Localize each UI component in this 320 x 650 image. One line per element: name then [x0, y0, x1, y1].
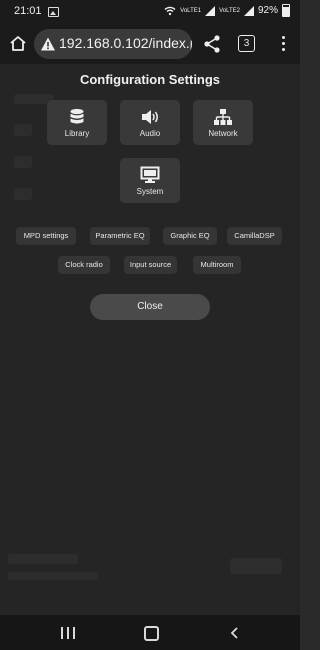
android-nav-bar [0, 615, 300, 650]
status-time: 21:01 [14, 5, 42, 17]
background-ghost-row [230, 558, 282, 574]
home-icon[interactable] [8, 34, 28, 54]
multiroom-button[interactable]: Multiroom [193, 256, 241, 274]
share-icon[interactable] [202, 34, 222, 54]
more-menu-icon[interactable] [280, 34, 286, 54]
graphic-eq-button[interactable]: Graphic EQ [163, 227, 217, 245]
speaker-icon [142, 110, 158, 124]
camilladsp-button[interactable]: CamillaDSP [227, 227, 282, 245]
address-bar[interactable]: 192.168.0.102/index.ph [34, 29, 192, 59]
tile-label: Network [208, 129, 238, 138]
library-tile[interactable]: Library [47, 100, 107, 145]
parametric-eq-button[interactable]: Parametric EQ [90, 227, 150, 245]
signal-icon [205, 5, 216, 16]
system-tile[interactable]: System [120, 158, 180, 203]
signal-icon [243, 5, 254, 16]
tile-label: System [136, 187, 164, 196]
background-ghost-row [14, 156, 32, 168]
warning-icon[interactable] [40, 36, 56, 52]
volte1-label: VoLTE1 [180, 7, 202, 14]
status-bar: 21:01 VoLTE1 VoLTE2 92% [0, 0, 300, 24]
recents-icon[interactable] [60, 627, 76, 639]
tab-count-button[interactable]: 3 [238, 35, 255, 52]
home-nav-icon[interactable] [144, 626, 159, 641]
tile-label: Library [64, 129, 90, 138]
database-icon [70, 108, 84, 124]
audio-tile[interactable]: Audio [120, 100, 180, 145]
page-background [0, 64, 300, 615]
back-icon[interactable] [229, 627, 241, 639]
input-source-button[interactable]: Input source [124, 256, 177, 274]
status-right-group: VoLTE1 VoLTE2 92% [164, 4, 290, 17]
clock-radio-button[interactable]: Clock radio [58, 256, 110, 274]
background-ghost-row [14, 188, 32, 200]
tile-label: Audio [139, 129, 161, 138]
network-icon [214, 109, 232, 125]
battery-percent: 92% [257, 5, 278, 16]
mpd-settings-button[interactable]: MPD settings [16, 227, 76, 245]
battery-icon [282, 4, 290, 17]
volte2-label: VoLTE2 [219, 7, 240, 14]
monitor-icon [140, 166, 160, 183]
network-tile[interactable]: Network [193, 100, 253, 145]
background-ghost-row [8, 572, 98, 580]
browser-toolbar: 192.168.0.102/index.ph 3 [0, 24, 300, 64]
gallery-notification-icon [48, 7, 59, 17]
background-ghost-row [8, 554, 78, 564]
background-ghost-row [14, 124, 32, 136]
url-text: 192.168.0.102/index.ph [59, 35, 192, 51]
dialog-title: Configuration Settings [79, 72, 221, 87]
close-button[interactable]: Close [90, 294, 210, 320]
wifi-icon [164, 6, 176, 15]
